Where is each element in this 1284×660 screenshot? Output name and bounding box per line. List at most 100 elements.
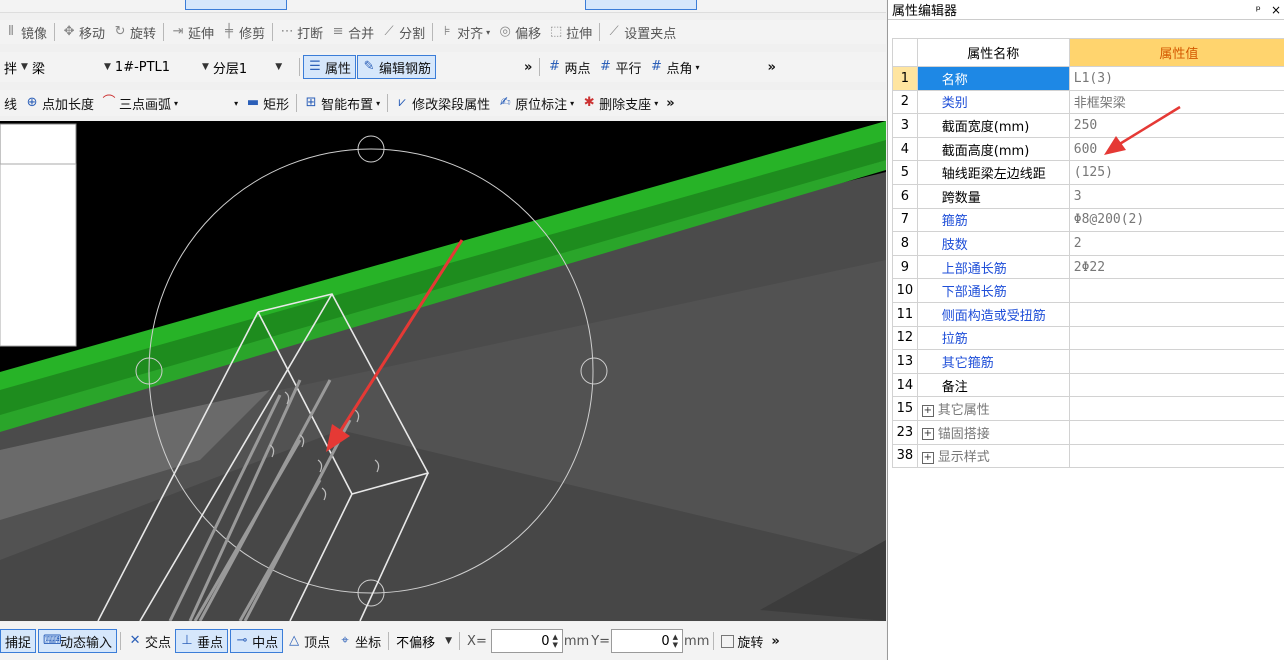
y-coordinate-input[interactable]: 0 ▲ ▼: [611, 629, 684, 653]
property-row[interactable]: 8 肢数 2: [892, 231, 1284, 256]
overflow-chevron[interactable]: »: [520, 56, 536, 78]
property-row[interactable]: 38 + 显示样式: [892, 443, 1284, 469]
property-name[interactable]: 箍筋: [916, 207, 1070, 233]
property-row[interactable]: 13 其它箍筋: [892, 349, 1284, 374]
property-row[interactable]: 11 侧面构造或受扭筋: [892, 301, 1284, 327]
property-row[interactable]: 12 拉筋: [892, 325, 1284, 351]
midpoint-toggle[interactable]: ⊸ 中点: [230, 629, 284, 653]
property-row[interactable]: 1 名称 L1(3): [892, 66, 1284, 91]
modify-segment-button[interactable]: ⩗ 修改梁段属性: [391, 92, 494, 114]
property-value[interactable]: 2: [1068, 231, 1284, 256]
rectangle-button[interactable]: ▬ 矩形: [242, 92, 293, 114]
merge-button[interactable]: ≡ 合并: [327, 21, 378, 43]
property-row[interactable]: 3 截面宽度(mm) 250: [892, 113, 1284, 138]
property-value[interactable]: (125): [1068, 160, 1284, 185]
smart-layout-button[interactable]: ⊞ 智能布置 ▾: [300, 92, 384, 114]
property-row[interactable]: 2 类别 非框架梁: [892, 89, 1284, 115]
property-value[interactable]: [1068, 419, 1284, 445]
x-coordinate-input[interactable]: 0 ▲ ▼: [490, 629, 563, 653]
property-value[interactable]: [1068, 278, 1284, 303]
rotate-button[interactable]: ↻ 旋转: [109, 21, 160, 43]
expand-icon[interactable]: +: [921, 404, 934, 417]
spinner-icon[interactable]: ▲ ▼: [673, 633, 678, 649]
close-icon[interactable]: ×: [1271, 3, 1281, 17]
perpendicular-toggle[interactable]: ⊥ 垂点: [175, 629, 229, 653]
property-value[interactable]: [1068, 443, 1284, 469]
intersection-toggle[interactable]: ✕ 交点: [124, 630, 175, 652]
property-row[interactable]: 15 + 其它属性: [892, 396, 1284, 421]
property-row[interactable]: 23 + 锚固搭接: [892, 419, 1284, 445]
offset-select[interactable]: 不偏移 ▼: [392, 630, 456, 652]
edit-rebar-button[interactable]: ✎ 编辑钢筋: [357, 55, 437, 79]
expand-icon[interactable]: +: [921, 451, 934, 464]
stretch-button[interactable]: ⬚ 拉伸: [545, 21, 596, 43]
overflow-chevron[interactable]: »: [767, 630, 783, 652]
property-row[interactable]: 14 备注: [892, 372, 1284, 398]
delete-support-button[interactable]: ✱ 删除支座 ▾: [578, 92, 662, 114]
overflow-chevron[interactable]: »: [764, 56, 780, 78]
in-situ-mark-button[interactable]: ✍ 原位标注 ▾: [494, 92, 578, 114]
property-name[interactable]: 备注: [916, 372, 1070, 398]
property-row[interactable]: 6 跨数量 3: [892, 183, 1284, 209]
expand-icon[interactable]: +: [921, 428, 934, 441]
property-row[interactable]: 5 轴线距梁左边线距 (125): [892, 160, 1284, 185]
property-row[interactable]: 9 上部通长筋 2Φ22: [892, 254, 1284, 280]
property-value[interactable]: [1068, 372, 1284, 398]
snap-toggle[interactable]: 捕捉: [0, 629, 37, 653]
property-name[interactable]: 拉筋: [916, 325, 1070, 351]
three-point-arc-button[interactable]: ⌒ 三点画弧 ▾: [98, 92, 182, 114]
property-value[interactable]: [1068, 301, 1284, 327]
trim-button[interactable]: ╪ 修剪: [218, 21, 269, 43]
property-value[interactable]: [1068, 396, 1284, 421]
property-name[interactable]: + 显示样式: [916, 443, 1070, 469]
dynamic-input-toggle[interactable]: ⌨ 动态输入: [38, 629, 118, 653]
component-select[interactable]: ▼ 1#-PTL1: [100, 56, 198, 78]
mirror-button[interactable]: ⫴ 镜像: [0, 21, 51, 43]
property-name[interactable]: 其它箍筋: [916, 349, 1070, 374]
property-value[interactable]: Φ8@200(2): [1068, 207, 1284, 233]
point-length-button[interactable]: ⊕ 点加长度: [21, 92, 98, 114]
property-value[interactable]: 2Φ22: [1068, 254, 1284, 280]
property-name[interactable]: 侧面构造或受扭筋: [916, 301, 1070, 327]
property-name[interactable]: 肢数: [916, 231, 1070, 256]
property-name[interactable]: 名称: [916, 66, 1070, 91]
drawing-canvas[interactable]: [0, 121, 886, 621]
property-button[interactable]: ☰ 属性: [303, 55, 357, 79]
align-button[interactable]: ⊧ 对齐 ▾: [436, 21, 494, 43]
coordinate-toggle[interactable]: ⌖ 坐标: [334, 630, 385, 652]
category-select[interactable]: 拌 ▼ 梁: [0, 56, 100, 78]
parallel-button[interactable]: # 平行: [594, 56, 645, 78]
property-row[interactable]: 4 截面高度(mm) 600: [892, 136, 1284, 162]
property-name[interactable]: 类别: [916, 89, 1070, 115]
property-name[interactable]: 下部通长筋: [916, 278, 1070, 303]
property-value[interactable]: 3: [1068, 183, 1284, 209]
property-value[interactable]: L1(3): [1068, 66, 1284, 91]
set-grip-button[interactable]: ⟋ 设置夹点: [603, 21, 680, 43]
two-points-button[interactable]: # 两点: [543, 56, 594, 78]
point-angle-button[interactable]: # 点角 ▾: [645, 56, 703, 78]
break-button[interactable]: ⋯ 打断: [276, 21, 327, 43]
property-value[interactable]: [1068, 325, 1284, 351]
line-button[interactable]: 线: [0, 92, 21, 114]
property-value[interactable]: [1068, 349, 1284, 374]
property-name[interactable]: 截面宽度(mm): [916, 113, 1070, 138]
offset-button[interactable]: ◎ 偏移: [494, 21, 545, 43]
extend-button[interactable]: ⇥ 延伸: [167, 21, 218, 43]
spinner-icon[interactable]: ▲ ▼: [552, 633, 557, 649]
property-name[interactable]: 上部通长筋: [916, 254, 1070, 280]
property-name[interactable]: 跨数量: [916, 183, 1070, 209]
draw-mode-dropdown[interactable]: ▾: [230, 92, 242, 114]
property-name[interactable]: 截面高度(mm): [916, 136, 1070, 162]
property-row[interactable]: 7 箍筋 Φ8@200(2): [892, 207, 1284, 233]
vertex-toggle[interactable]: △ 顶点: [283, 630, 334, 652]
move-button[interactable]: ✥ 移动: [58, 21, 109, 43]
property-name[interactable]: + 锚固搭接: [916, 419, 1070, 445]
pin-icon[interactable]: ᵖ: [1256, 3, 1261, 17]
property-name[interactable]: 轴线距梁左边线距: [916, 160, 1070, 185]
split-button[interactable]: ⟋ 分割: [378, 21, 429, 43]
rotate-checkbox[interactable]: 旋转: [717, 630, 767, 652]
property-row[interactable]: 10 下部通长筋: [892, 278, 1284, 303]
overflow-chevron[interactable]: »: [662, 92, 678, 114]
property-name[interactable]: + 其它属性: [916, 396, 1070, 421]
layer-select[interactable]: ▼ 分层1 ▼: [198, 56, 296, 78]
